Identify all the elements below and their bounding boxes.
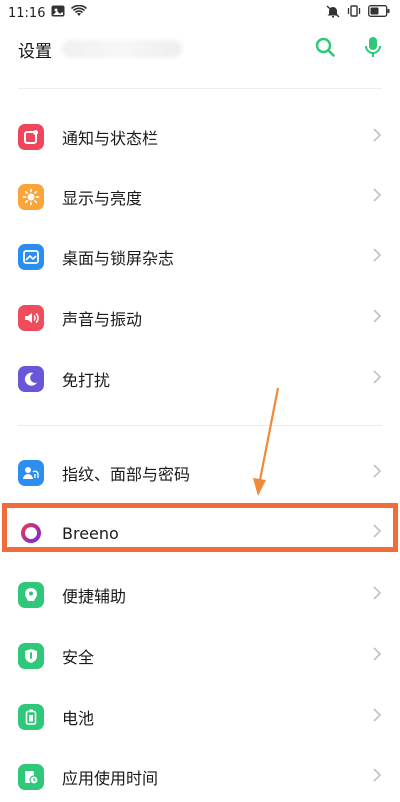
moon-icon (18, 366, 44, 392)
status-right (326, 4, 390, 22)
chevron-right-icon (372, 767, 382, 787)
brightness-icon (18, 184, 44, 210)
settings-item-label: 安全 (62, 648, 95, 667)
settings-item-label: 便捷辅助 (62, 587, 127, 606)
sound-icon (18, 305, 44, 331)
shield-icon (18, 643, 44, 669)
assist-icon (18, 582, 44, 608)
settings-item-label: Breeno (62, 523, 119, 543)
settings-item-assist[interactable]: 便捷辅助 (0, 565, 400, 625)
settings-item-label: 电池 (62, 709, 95, 728)
settings-item-label: 免打扰 (62, 371, 111, 390)
settings-item-label: 桌面与锁屏杂志 (62, 249, 175, 268)
chevron-right-icon (372, 646, 382, 666)
settings-item-sound[interactable]: 声音与振动 (0, 288, 400, 348)
status-time: 11:16 (8, 5, 46, 21)
settings-item-biometrics[interactable]: 指纹、面部与密码 (0, 443, 400, 503)
wallpaper-icon (18, 244, 44, 270)
settings-item-wallpaper[interactable]: 桌面与锁屏杂志 (0, 227, 400, 287)
header-actions (314, 36, 382, 62)
settings-item-label: 通知与状态栏 (62, 129, 159, 148)
status-bar: 11:16 (0, 0, 400, 26)
section-divider (18, 425, 382, 426)
wifi-icon (71, 4, 88, 21)
chevron-right-icon (372, 585, 382, 605)
battery-icon (18, 704, 44, 730)
chevron-right-icon (372, 187, 382, 207)
chevron-right-icon (372, 308, 382, 328)
settings-item-app-time[interactable]: 应用使用时间 (0, 747, 400, 802)
chevron-right-icon (372, 247, 382, 267)
settings-item-notification[interactable]: 通知与状态栏 (0, 107, 400, 167)
microphone-icon[interactable] (364, 36, 382, 62)
battery-status-icon (368, 5, 390, 21)
settings-item-security[interactable]: 安全 (0, 626, 400, 686)
page-title: 设置 (18, 41, 52, 62)
redacted-region (62, 40, 182, 58)
fingerprint-icon (18, 460, 44, 486)
search-icon[interactable] (314, 36, 336, 62)
mute-icon (326, 4, 340, 22)
chevron-right-icon (372, 707, 382, 727)
settings-item-label: 显示与亮度 (62, 189, 143, 208)
notification-icon (18, 124, 44, 150)
settings-item-dnd[interactable]: 免打扰 (0, 349, 400, 409)
vibrate-icon (346, 5, 362, 21)
settings-item-label: 应用使用时间 (62, 769, 159, 788)
chevron-right-icon (372, 369, 382, 389)
app-time-icon (18, 764, 44, 790)
breeno-icon (18, 520, 44, 546)
app-header: 设置 (0, 26, 400, 72)
settings-item-label: 指纹、面部与密码 (62, 465, 191, 484)
settings-item-breeno[interactable]: Breeno (0, 504, 400, 562)
settings-item-display[interactable]: 显示与亮度 (0, 167, 400, 227)
gallery-notification-icon (51, 5, 65, 21)
status-left: 11:16 (8, 4, 88, 21)
chevron-right-icon (372, 463, 382, 483)
section-divider (18, 88, 382, 89)
settings-item-battery[interactable]: 电池 (0, 687, 400, 747)
chevron-right-icon (372, 523, 382, 543)
chevron-right-icon (372, 127, 382, 147)
settings-item-label: 声音与振动 (62, 310, 143, 329)
